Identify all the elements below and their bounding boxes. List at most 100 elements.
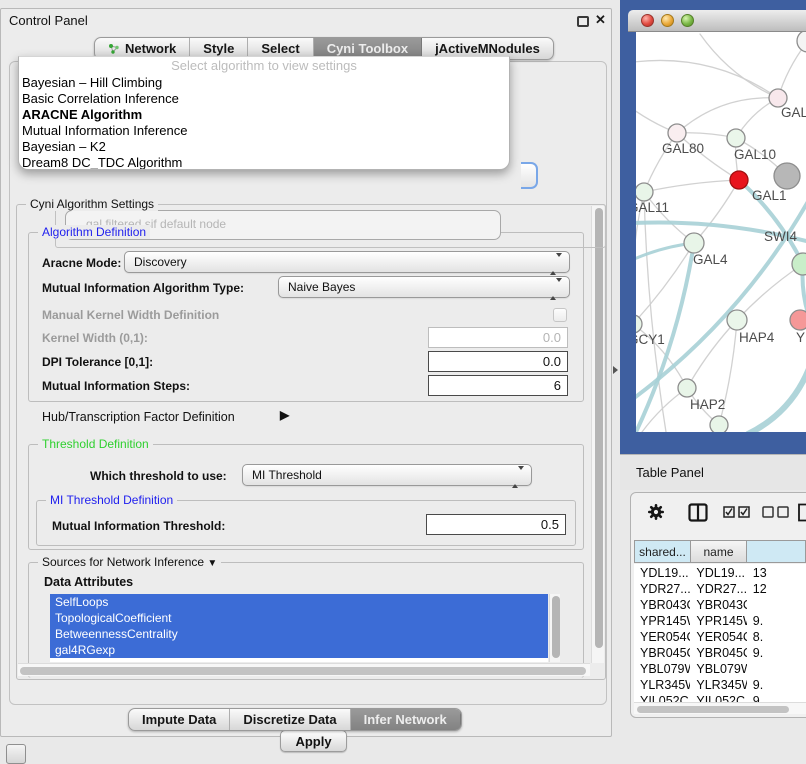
node-label-gal4: GAL4: [693, 252, 728, 267]
network-edge[interactable]: [644, 192, 666, 432]
node-label-hap4: HAP4: [739, 330, 775, 345]
network-edge[interactable]: [644, 180, 739, 192]
attribute-item-gal4rgexp[interactable]: gal4RGexp: [50, 642, 548, 658]
column-header-name[interactable]: name: [691, 541, 747, 562]
algorithm-option-aracne-algorithm[interactable]: ARACNE Algorithm: [19, 107, 509, 123]
tab-impute-data[interactable]: Impute Data: [129, 709, 230, 730]
table-cell: YDR27...: [690, 582, 746, 598]
network-node[interactable]: [710, 416, 728, 432]
mi-steps-input[interactable]: 6: [428, 375, 568, 396]
algorithm-option-basic-correlation-inference[interactable]: Basic Correlation Inference: [19, 91, 509, 107]
data-attributes-list[interactable]: SelfLoopsTopologicalCoefficientBetweenne…: [50, 594, 548, 662]
tab-label: Select: [261, 41, 299, 56]
tab-label: jActiveMNodules: [435, 41, 540, 56]
kernel-width-input[interactable]: 0.0: [428, 327, 568, 348]
network-node-swi4[interactable]: [792, 253, 806, 275]
dpi-tolerance-input[interactable]: 0.0: [428, 351, 568, 372]
new-table-icon[interactable]: [797, 503, 806, 522]
table-cell: 9.: [747, 678, 806, 694]
network-edge[interactable]: [700, 34, 778, 98]
sources-title: Sources for Network Inference ▼: [38, 555, 221, 569]
algorithm-option-mutual-information-inference[interactable]: Mutual Information Inference: [19, 123, 509, 139]
network-edge[interactable]: [636, 60, 778, 98]
hub-expand-icon[interactable]: ▶: [280, 408, 289, 422]
network-node-hap2[interactable]: [678, 379, 696, 397]
network-edge[interactable]: [748, 366, 806, 432]
column-view-icon[interactable]: [688, 503, 708, 522]
table-header-row: shared...name: [634, 540, 806, 563]
attribute-item-topologicalcoefficient[interactable]: TopologicalCoefficient: [50, 610, 548, 626]
algorithm-definition-title: Algorithm Definition: [38, 225, 150, 239]
network-node-gal11[interactable]: [636, 183, 653, 201]
network-node-gal1[interactable]: [730, 171, 748, 189]
table-row[interactable]: YPR145WYPR145W9.: [634, 614, 806, 630]
aracne-mode-select[interactable]: Discovery: [124, 251, 570, 273]
network-node[interactable]: [774, 163, 800, 189]
network-canvas[interactable]: GALGAL80GAL10GAL1GAL11GAL4SWI4GCY1HAP4YH…: [636, 32, 806, 432]
table-row[interactable]: YIL052CYIL052C9.: [634, 694, 806, 702]
attributes-list-scrollbar[interactable]: [549, 594, 560, 662]
table-cell: YER054C: [634, 630, 690, 646]
kernel-width-value: 0.0: [543, 330, 561, 345]
tab-discretize-data[interactable]: Discretize Data: [230, 709, 350, 730]
table-row[interactable]: YDR27...YDR27...12: [634, 582, 806, 598]
close-panel-icon[interactable]: ✕: [595, 12, 606, 28]
algorithm-option-bayesian-k2[interactable]: Bayesian – K2: [19, 139, 509, 155]
table-row[interactable]: YER054CYER054C8.: [634, 630, 806, 646]
settings-horizontal-scrollbar[interactable]: [18, 663, 590, 676]
table-row[interactable]: YLR345WYLR345W9.: [634, 678, 806, 694]
table-horizontal-scrollbar[interactable]: [634, 702, 806, 714]
network-window-titlebar[interactable]: [628, 10, 806, 32]
table-row[interactable]: YBR043CYBR043C: [634, 598, 806, 614]
close-window-icon[interactable]: [641, 14, 654, 27]
column-header-shared[interactable]: shared...: [635, 541, 691, 562]
table-row[interactable]: YBR045CYBR045C9.: [634, 646, 806, 662]
column-header-2[interactable]: [747, 541, 806, 562]
settings-vertical-scrollbar[interactable]: [591, 206, 604, 663]
table-panel-title: Table Panel: [636, 465, 704, 480]
float-window-icon[interactable]: [577, 16, 589, 27]
dropdown-items: Bayesian – Hill ClimbingBasic Correlatio…: [19, 75, 509, 170]
gear-icon[interactable]: [647, 503, 665, 521]
attribute-item-selfloops[interactable]: SelfLoops: [50, 594, 548, 610]
table-cell: YDR27...: [634, 582, 690, 598]
network-edge[interactable]: [677, 98, 778, 133]
mi-algorithm-type-select[interactable]: Naive Bayes: [278, 276, 570, 298]
attribute-item-betweennesscentrality[interactable]: BetweennessCentrality: [50, 626, 548, 642]
threshold-definition-title: Threshold Definition: [38, 437, 153, 451]
select-all-columns-icon[interactable]: [723, 506, 751, 518]
table-row[interactable]: YDL19...YDL19...13: [634, 566, 806, 582]
node-label-gcy1: GCY1: [636, 332, 665, 347]
algorithm-option-dream8-dc-tdc-algorithm[interactable]: Dream8 DC_TDC Algorithm: [19, 155, 509, 170]
node-label-gal1: GAL1: [752, 188, 787, 203]
sources-collapse-icon[interactable]: ▼: [207, 558, 217, 569]
mi-threshold-input[interactable]: 0.5: [426, 514, 566, 535]
network-edge[interactable]: [694, 180, 739, 243]
splitter-arrow-icon[interactable]: [613, 366, 618, 374]
node-label-y: Y: [796, 330, 805, 345]
table-row[interactable]: YBL079WYBL079W: [634, 662, 806, 678]
network-node[interactable]: [797, 32, 806, 52]
algorithm-option-bayesian-hill-climbing[interactable]: Bayesian – Hill Climbing: [19, 75, 509, 91]
minimize-window-icon[interactable]: [661, 14, 674, 27]
which-threshold-select[interactable]: MI Threshold: [242, 464, 532, 486]
table-cell: 9.: [747, 614, 806, 630]
network-node-y[interactable]: [790, 310, 806, 330]
table-cell: YLR345W: [634, 678, 690, 694]
table-cell: YBR043C: [690, 598, 746, 614]
mi-threshold-label: Mutual Information Threshold:: [52, 519, 225, 533]
network-node-gal4[interactable]: [684, 233, 704, 253]
network-node-hap4[interactable]: [727, 310, 747, 330]
zoom-window-icon[interactable]: [681, 14, 694, 27]
deselect-all-columns-icon[interactable]: [762, 506, 790, 518]
apply-button[interactable]: Apply: [280, 730, 347, 752]
network-node-gal80[interactable]: [668, 124, 686, 142]
algorithm-select-focused-fragment[interactable]: [521, 162, 538, 189]
manual-kernel-checkbox[interactable]: [553, 308, 567, 322]
mi-algorithm-type-value: Naive Bayes: [288, 280, 355, 294]
tab-infer-network[interactable]: Infer Network: [351, 709, 461, 730]
combo-stepper-icon: [550, 282, 562, 296]
network-node-gal10[interactable]: [727, 129, 745, 147]
table-body: YDL19...YDL19...13YDR27...YDR27...12YBR0…: [634, 564, 806, 702]
docked-panel-icon[interactable]: [6, 744, 26, 764]
